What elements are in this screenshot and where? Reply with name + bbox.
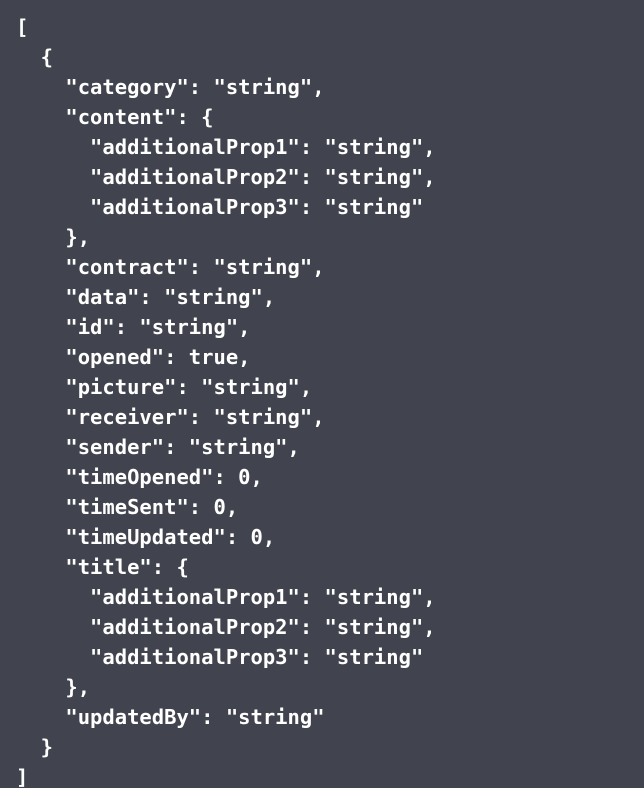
code-line: "data": "string", (16, 285, 276, 309)
code-line: "receiver": "string", (16, 405, 325, 429)
code-line: "additionalProp3": "string" (16, 645, 424, 669)
code-line: "additionalProp2": "string", (16, 165, 436, 189)
code-line: "picture": "string", (16, 375, 313, 399)
code-line: { (16, 45, 54, 69)
code-line: "sender": "string", (16, 435, 300, 459)
code-line: "title": { (16, 555, 189, 579)
code-line: "timeSent": 0, (16, 495, 239, 519)
code-line: "category": "string", (16, 75, 325, 99)
code-line: "additionalProp1": "string", (16, 585, 436, 609)
code-line: "additionalProp2": "string", (16, 615, 436, 639)
code-line: ] (16, 765, 29, 788)
code-line: }, (16, 675, 91, 699)
code-line: "opened": true, (16, 345, 251, 369)
code-line: "contract": "string", (16, 255, 325, 279)
code-line: }, (16, 225, 91, 249)
code-line: "updatedBy": "string" (16, 705, 325, 729)
code-line: "timeUpdated": 0, (16, 525, 276, 549)
code-line: "additionalProp1": "string", (16, 135, 436, 159)
code-line: "id": "string", (16, 315, 251, 339)
code-line: "additionalProp3": "string" (16, 195, 424, 219)
json-example-code-block: [ { "category": "string", "content": { "… (0, 0, 644, 788)
code-line: } (16, 735, 54, 759)
code-line: [ (16, 15, 29, 39)
code-line: "content": { (16, 105, 214, 129)
code-line: "timeOpened": 0, (16, 465, 263, 489)
